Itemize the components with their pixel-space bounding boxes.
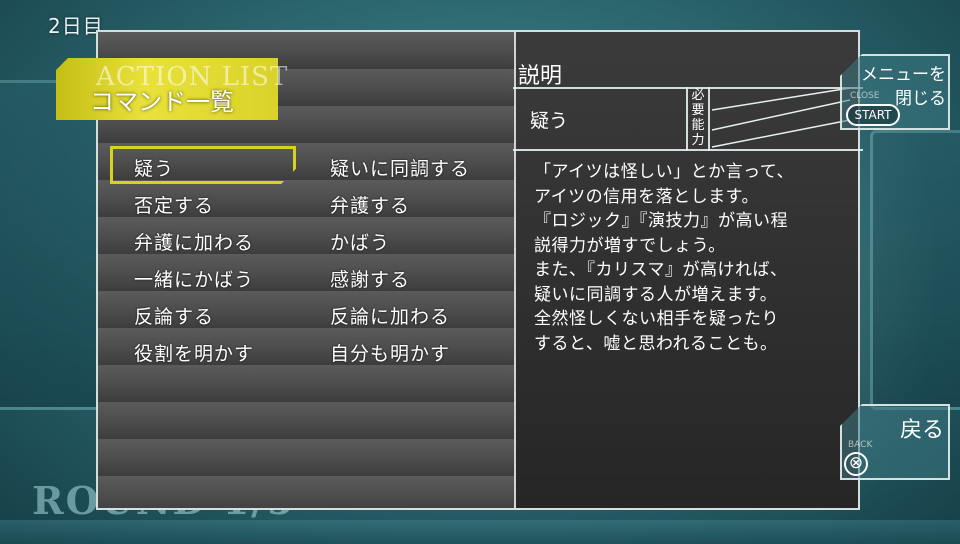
command-suspect[interactable]: 疑う bbox=[134, 154, 174, 181]
command-join-defense[interactable]: 弁護に加わる bbox=[134, 228, 254, 255]
close-hint: CLOSE bbox=[850, 91, 880, 101]
background-door-left bbox=[0, 80, 110, 410]
command-cover[interactable]: かばう bbox=[330, 228, 390, 255]
command-deny[interactable]: 否定する bbox=[134, 191, 214, 218]
header-title: コマンド一覧 bbox=[90, 88, 234, 116]
command-agree-suspicion[interactable]: 疑いに同調する bbox=[330, 154, 470, 181]
command-defend[interactable]: 弁護する bbox=[330, 191, 410, 218]
start-key-icon: START bbox=[846, 104, 900, 126]
back-hint: BACK bbox=[848, 440, 873, 450]
command-reveal-role[interactable]: 役割を明かす bbox=[134, 339, 254, 366]
description-text: 「アイツは怪しい」とか言って、 アイツの信用を落とします。 『ロジック』『演技力… bbox=[534, 162, 794, 354]
description-title: 説明 bbox=[518, 64, 563, 89]
close-menu-label-1: メニューを bbox=[861, 65, 946, 85]
command-join-rebuttal[interactable]: 反論に加わる bbox=[330, 302, 450, 329]
circle-x-icon: ⊗ bbox=[844, 452, 868, 476]
requirement-label: 必要能力 bbox=[686, 87, 710, 151]
back-label: 戻る bbox=[899, 418, 944, 443]
command-reveal-too[interactable]: 自分も明かす bbox=[330, 339, 450, 366]
background-floor bbox=[0, 520, 960, 544]
command-rebut[interactable]: 反論する bbox=[134, 302, 214, 329]
command-thank[interactable]: 感謝する bbox=[330, 265, 410, 292]
description-skill-name: 疑う bbox=[530, 110, 569, 132]
command-cover-together[interactable]: 一緒にかばう bbox=[134, 265, 254, 292]
